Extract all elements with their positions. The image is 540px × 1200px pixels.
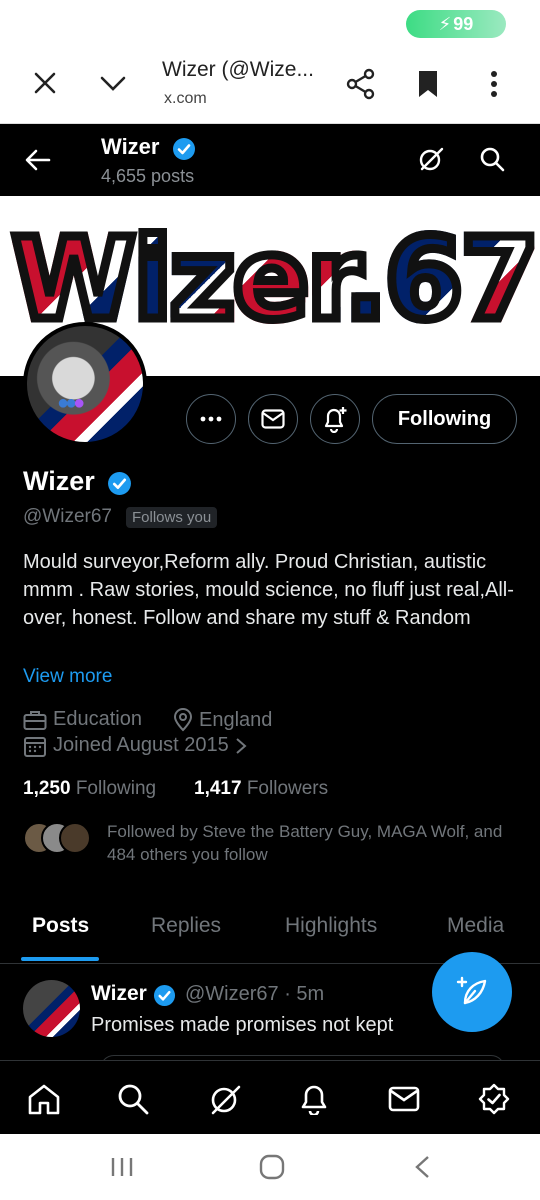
avatar[interactable] bbox=[23, 980, 80, 1037]
profile-joined[interactable]: Joined August 2015 bbox=[23, 734, 247, 757]
tab-highlights[interactable]: Highlights bbox=[285, 914, 377, 938]
back-arrow-icon[interactable] bbox=[25, 149, 51, 171]
calendar-icon bbox=[24, 736, 46, 757]
page-title: Wizer (@Wize... bbox=[162, 58, 314, 81]
battery-level: 99 bbox=[453, 13, 474, 34]
profile-name: Wizer bbox=[23, 466, 95, 496]
post-handle-time: @Wizer67 · 5m bbox=[185, 983, 325, 1005]
grok-icon bbox=[211, 1085, 241, 1115]
message-button[interactable] bbox=[248, 394, 298, 444]
message-icon bbox=[261, 409, 285, 429]
system-navigation-bar bbox=[0, 1134, 540, 1200]
briefcase-icon bbox=[23, 710, 47, 730]
location-text: England bbox=[199, 708, 273, 731]
avatar bbox=[59, 822, 91, 854]
followers-count: 1,417 bbox=[194, 778, 242, 799]
followers-label: Followers bbox=[246, 778, 329, 799]
page-url: x.com bbox=[164, 90, 207, 107]
home-icon bbox=[28, 1084, 60, 1115]
search-icon[interactable] bbox=[479, 146, 505, 172]
grok-icon[interactable] bbox=[418, 146, 444, 172]
tab-media[interactable]: Media bbox=[447, 914, 504, 938]
more-horizontal-icon bbox=[200, 416, 222, 422]
nav-home[interactable] bbox=[24, 1079, 64, 1119]
profile-avatar[interactable]: ●●● bbox=[23, 322, 147, 446]
nav-search[interactable] bbox=[113, 1079, 153, 1119]
category-text: Education bbox=[53, 708, 142, 730]
notification-plus-icon bbox=[324, 407, 347, 433]
following-count: 1,250 bbox=[23, 778, 71, 799]
profile-page: Wizer 4,655 posts Wizer.67 ●●● Following… bbox=[0, 124, 540, 1134]
post-text: Promises made promises not kept bbox=[91, 1014, 394, 1036]
nav-premium[interactable] bbox=[474, 1079, 514, 1119]
premium-icon bbox=[478, 1083, 510, 1115]
more-options-button[interactable] bbox=[186, 394, 236, 444]
verified-badge-icon bbox=[153, 984, 176, 1007]
following-stat[interactable]: 1,250 Following bbox=[23, 778, 156, 800]
following-button[interactable]: Following bbox=[372, 394, 517, 444]
chevron-down-icon[interactable] bbox=[100, 76, 126, 92]
following-label: Following bbox=[75, 778, 157, 799]
chevron-right-icon bbox=[236, 737, 247, 754]
tab-replies[interactable]: Replies bbox=[151, 914, 221, 938]
search-icon bbox=[118, 1084, 149, 1115]
verified-badge-icon bbox=[173, 138, 195, 160]
nav-messages[interactable] bbox=[384, 1079, 424, 1119]
profile-category: Education bbox=[23, 708, 142, 731]
mail-icon bbox=[388, 1086, 420, 1112]
post-count: 4,655 posts bbox=[101, 166, 195, 186]
compose-button[interactable] bbox=[432, 952, 512, 1032]
followers-stat[interactable]: 1,417 Followers bbox=[194, 778, 328, 800]
location-icon bbox=[173, 708, 193, 732]
profile-handle: @Wizer67 bbox=[23, 506, 112, 527]
notify-button[interactable] bbox=[310, 394, 360, 444]
home-button-icon[interactable] bbox=[259, 1154, 285, 1180]
verified-badge-icon bbox=[108, 472, 131, 495]
active-tab-indicator bbox=[21, 957, 99, 961]
status-bar: ⚡︎ 99 bbox=[0, 0, 540, 48]
share-icon[interactable] bbox=[346, 68, 376, 100]
bell-icon bbox=[301, 1085, 327, 1115]
back-icon[interactable] bbox=[414, 1155, 430, 1179]
close-icon[interactable] bbox=[34, 72, 56, 94]
browser-toolbar: Wizer (@Wize... x.com bbox=[0, 48, 540, 124]
follows-you-badge: Follows you bbox=[126, 507, 218, 528]
bottom-navigation bbox=[0, 1060, 540, 1134]
more-vertical-icon[interactable] bbox=[490, 70, 498, 98]
battery-indicator: ⚡︎ 99 bbox=[406, 10, 506, 38]
view-more-link[interactable]: View more bbox=[23, 666, 112, 688]
mutual-followers-avatars[interactable] bbox=[23, 822, 93, 856]
nav-grok[interactable] bbox=[205, 1079, 245, 1119]
compose-icon bbox=[456, 976, 487, 1005]
header-name: Wizer bbox=[101, 134, 160, 159]
bookmark-icon[interactable] bbox=[418, 70, 438, 98]
profile-bio: Mould surveyor,Reform ally. Proud Christ… bbox=[23, 551, 514, 629]
followed-by-text[interactable]: Followed by Steve the Battery Guy, MAGA … bbox=[107, 820, 527, 866]
recent-apps-icon[interactable] bbox=[110, 1156, 134, 1178]
tab-posts[interactable]: Posts bbox=[32, 914, 89, 938]
profile-header-bar: Wizer 4,655 posts bbox=[0, 124, 540, 196]
charging-icon: ⚡︎ bbox=[438, 13, 452, 34]
post-author-name: Wizer bbox=[91, 982, 147, 1005]
nav-notifications[interactable] bbox=[294, 1079, 334, 1119]
joined-text: Joined August 2015 bbox=[53, 734, 229, 756]
profile-location: England bbox=[173, 708, 272, 732]
hearts-emoji: ●●● bbox=[57, 392, 85, 414]
